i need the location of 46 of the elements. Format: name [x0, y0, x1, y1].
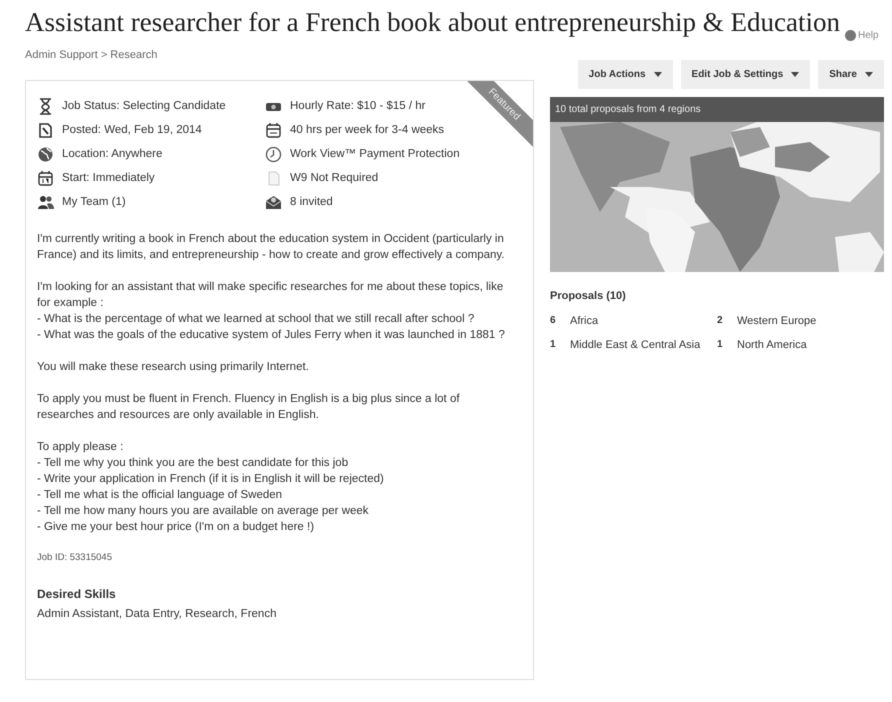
skills-heading: Desired Skills [37, 586, 117, 603]
description-paragraph: To apply you must be fluent in French. Fluency in English is a big plus since a lot of researches and resources are only available in English. [37, 392, 461, 422]
dropdown-button[interactable]: Share [818, 60, 884, 89]
dropdown-button[interactable]: Edit Job & Settings [680, 60, 810, 89]
job-id-text: Job ID: 53315045 [37, 550, 114, 564]
globe-icon [37, 146, 54, 163]
help-link[interactable]: Help [845, 28, 879, 43]
description-paragraph: To apply please : - Tell me why you think you are the best candidate for this job - Write your application in French (if it is in English it will be rejected) - Tell me what is the official language of Sweden - Tell me how many hours you are available on average per week - Give me your best hour price (I'm on a budget here !) [37, 440, 385, 534]
breadcrumb-text: Admin Support > Research [25, 48, 158, 63]
help-icon [845, 30, 856, 41]
meta-text: My Team (1) [62, 194, 126, 210]
meta-text: 40 hrs per week for 3-4 weeks [290, 122, 444, 138]
proposals-heading: Proposals (10) [550, 289, 627, 304]
meta-text: Work View™ Payment Protection [290, 146, 460, 162]
meta-text: 8 invited [290, 194, 333, 210]
description-paragraph: You will make these research using primarily Internet. [37, 360, 310, 374]
region-count: 2 [717, 314, 724, 328]
dropdown-button[interactable]: Job Actions [578, 60, 673, 89]
page-title: Assistant researcher for a French book about entrepreneurship & Education [25, 6, 841, 38]
clock-icon [265, 146, 282, 163]
region-count: 1 [550, 338, 557, 352]
region-name: Middle East & Central Asia [570, 338, 700, 353]
people-icon [37, 194, 54, 211]
skills-text: Admin Assistant, Data Entry, Research, French [37, 606, 278, 622]
region-count: 6 [550, 314, 557, 328]
envelope-icon [265, 194, 282, 211]
map-caption: 10 total proposals from 4 regions [550, 97, 884, 122]
calendar-icon [37, 170, 54, 187]
region-count: 1 [717, 338, 724, 352]
meta-text: Start: Immediately [62, 170, 155, 186]
meta-text: Location: Anywhere [62, 146, 162, 162]
region-name: Western Europe [737, 314, 816, 328]
description-paragraph: I'm currently writing a book in French about the education system in Occident (particularly in France) and its limits, and entrepreneurship - how to create and grow effectively a company. [37, 232, 506, 262]
hourglass-icon [37, 98, 54, 115]
meta-text: Posted: Wed, Feb 19, 2014 [62, 122, 202, 138]
caret-icon [865, 72, 873, 77]
meta-text: W9 Not Required [290, 170, 378, 186]
meta-text: Hourly Rate: $10 - $15 / hr [290, 98, 426, 114]
description-paragraph: I'm looking for an assistant that will make specific researches for me about these topics, like for example : - What is the percentage of what we learned at school that we still recall after school ? - What was the goals of the educative system of Jules Ferry when it was launched in 1881 ? [37, 280, 506, 342]
caret-icon [654, 72, 662, 77]
region-name: Africa [570, 314, 598, 328]
document-icon [37, 122, 54, 139]
caret-icon [791, 72, 800, 77]
region-name: North America [737, 338, 807, 353]
meta-text: Job Status: Selecting Candidate [62, 98, 226, 114]
calendar-icon [265, 122, 282, 139]
